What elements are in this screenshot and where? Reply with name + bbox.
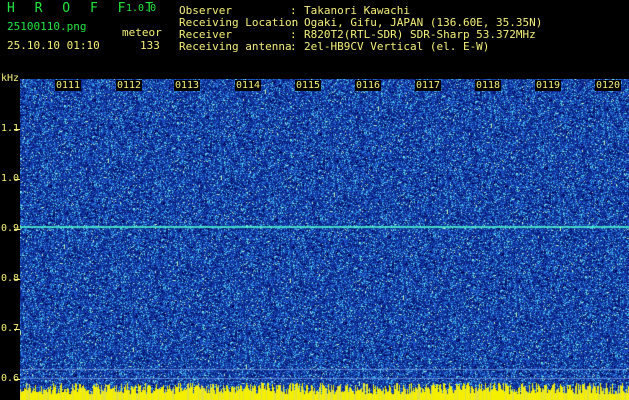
x-tick-label: 0120 [595,80,622,91]
x-tick-label: 0118 [475,80,502,91]
axis-unit: kHz [1,73,20,84]
meteor-count: 133 [140,39,160,52]
file-datetime: 25.10.10 01:10 [7,39,100,52]
x-tick-label: 0113 [174,80,201,91]
x-tick-label: 0119 [535,80,562,91]
x-tick-label: 0116 [355,80,382,91]
app-version: 1.0.0 [126,3,157,14]
sep-4: : [290,40,297,53]
x-tick-label: 0114 [235,80,262,91]
x-tick-label: 0111 [55,80,82,91]
x-tick-label: 0115 [295,80,322,91]
file-name: 25100110.png [7,20,87,33]
spectrogram-canvas [20,79,629,400]
x-tick-label: 0117 [415,80,442,91]
antenna-label: Receiving antenna [179,40,292,53]
spectrogram [20,79,629,400]
antenna-value: 2el-HB9CV Vertical (el. E-W) [304,40,490,53]
x-tick-label: 0112 [116,80,143,91]
meteor-label: meteor [122,26,162,39]
